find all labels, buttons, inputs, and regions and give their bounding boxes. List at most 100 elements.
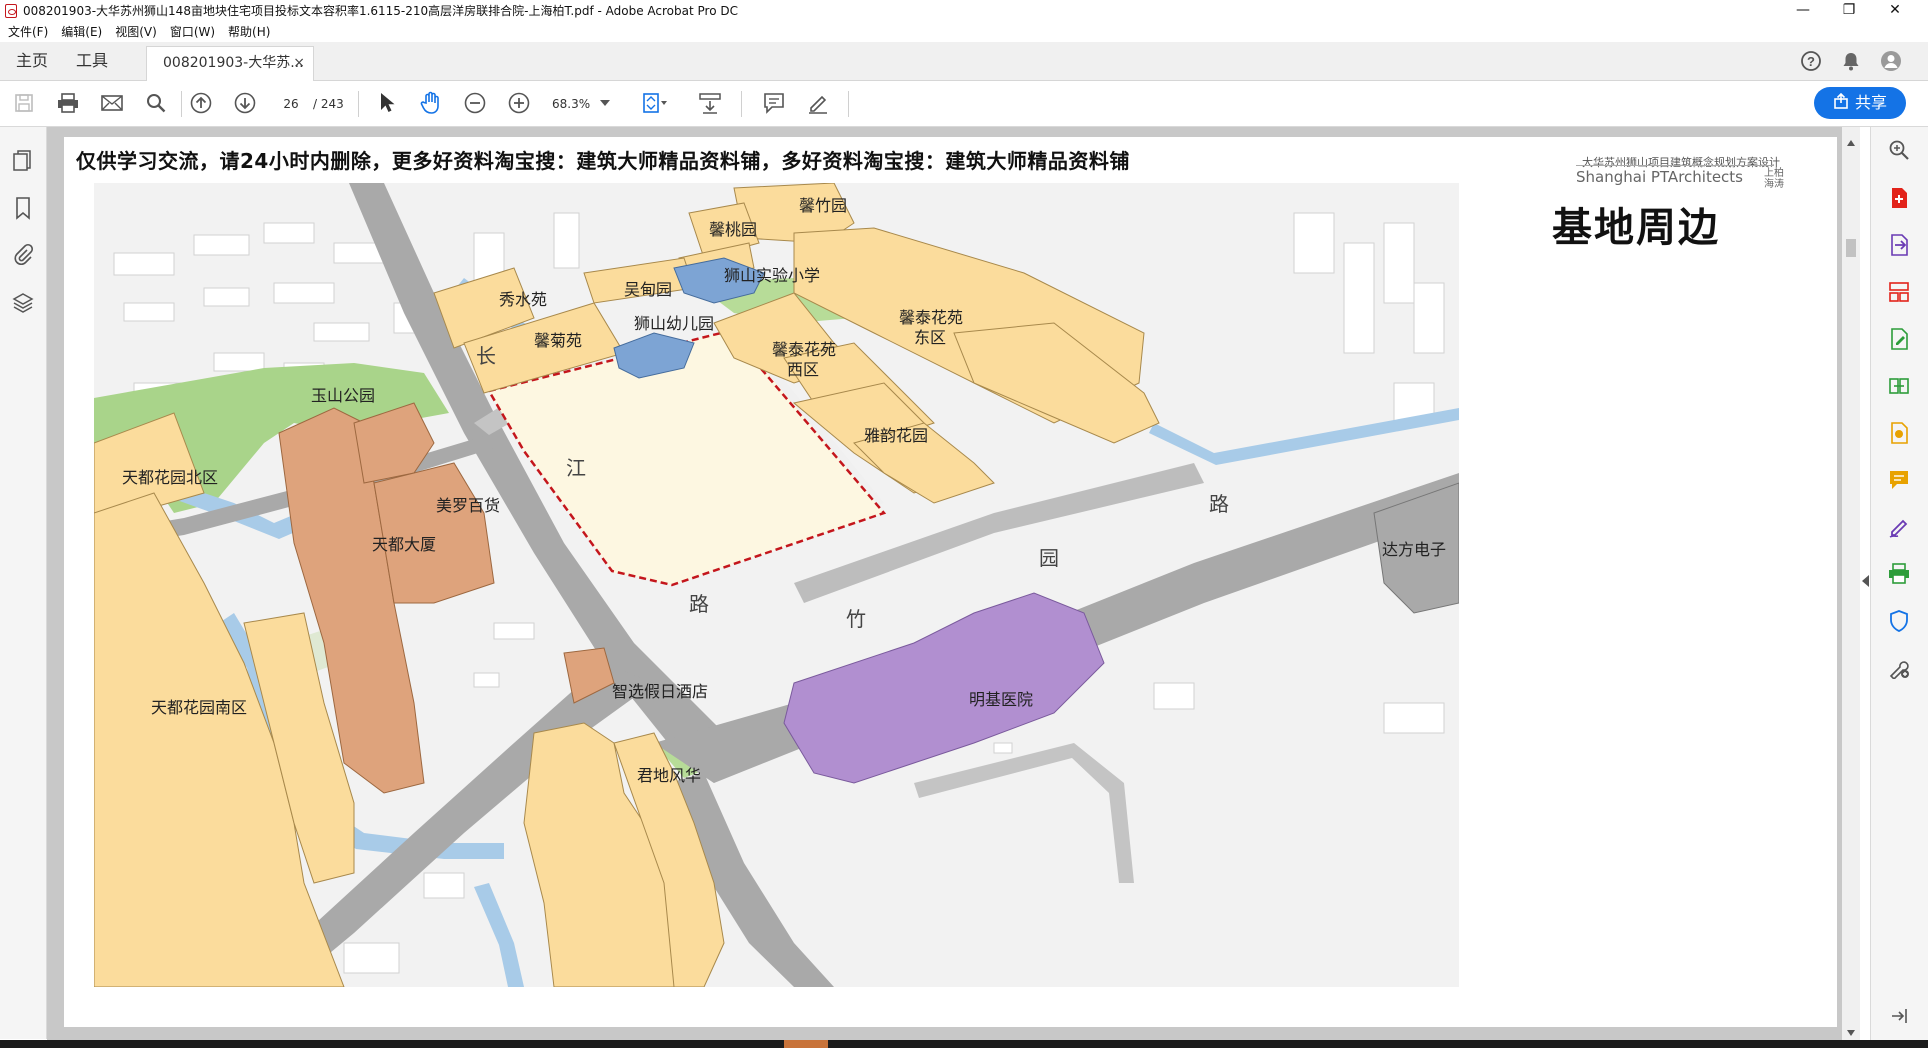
print-icon[interactable] bbox=[55, 90, 81, 116]
toolbar: 26 / 243 68.3% 共享 bbox=[0, 81, 1928, 127]
tab-bar: 主页 工具 008201903-大华苏... × ? bbox=[0, 42, 1928, 81]
page-title: 基地周边 bbox=[1552, 205, 1720, 251]
pen-sign-icon[interactable] bbox=[805, 90, 831, 116]
right-tools-panel bbox=[1870, 127, 1928, 1040]
share-icon bbox=[1833, 88, 1849, 120]
collapse-tools-icon[interactable] bbox=[1886, 1003, 1912, 1029]
save-icon[interactable] bbox=[11, 90, 37, 116]
create-pdf-icon[interactable] bbox=[1886, 185, 1912, 211]
menu-file[interactable]: 文件(F) bbox=[8, 23, 48, 40]
scroll-mode-icon[interactable] bbox=[697, 90, 723, 116]
bell-icon[interactable] bbox=[1840, 50, 1862, 76]
bookmark-icon[interactable] bbox=[11, 196, 35, 220]
scroll-up-icon[interactable] bbox=[1847, 135, 1855, 150]
taskbar-app-acrobat[interactable] bbox=[784, 1040, 828, 1048]
title-bar: 008201903-大华苏州狮山148亩地块住宅项目投标文本容积率1.6115-… bbox=[0, 0, 1928, 21]
road-label-lu: 路 bbox=[689, 592, 709, 616]
previous-page-icon[interactable] bbox=[188, 90, 214, 116]
firm-logo-line1: 上柏 bbox=[1764, 168, 1784, 179]
scroll-down-icon[interactable] bbox=[1847, 1025, 1855, 1040]
comment-icon[interactable] bbox=[761, 90, 787, 116]
organize-pages-icon[interactable] bbox=[1886, 279, 1912, 305]
label-shishan-kindergarten: 狮山幼儿园 bbox=[634, 314, 714, 333]
firm-english-name: Shanghai PTArchitects bbox=[1576, 168, 1743, 186]
page-thumbnails-icon[interactable] bbox=[11, 149, 35, 173]
page-total: / 243 bbox=[313, 97, 344, 111]
maximize-button[interactable]: ❐ bbox=[1826, 0, 1872, 21]
road-label-jiang: 江 bbox=[566, 456, 586, 480]
label-tiandu-north: 天都花园北区 bbox=[122, 468, 218, 487]
road-label-yuan: 园 bbox=[1039, 546, 1059, 570]
scroll-thumb[interactable] bbox=[1846, 239, 1856, 257]
tab-tools[interactable]: 工具 bbox=[76, 42, 108, 80]
more-tools-icon[interactable] bbox=[1886, 655, 1912, 681]
road-label-lu-east: 路 bbox=[1209, 492, 1229, 516]
label-xinjuyuan: 馨菊苑 bbox=[534, 331, 582, 350]
combine-files-icon[interactable] bbox=[1886, 373, 1912, 399]
firm-logo-mark: 上柏 海涛 bbox=[1764, 168, 1784, 190]
label-xiushuiyuan: 秀水苑 bbox=[499, 290, 547, 309]
label-mingji-hospital: 明基医院 bbox=[969, 690, 1033, 709]
tab-document[interactable]: 008201903-大华苏... × bbox=[146, 46, 314, 81]
label-tiandu-south: 天都花园南区 bbox=[151, 698, 247, 717]
share-button[interactable]: 共享 bbox=[1814, 87, 1906, 119]
firm-rule bbox=[1576, 165, 1774, 166]
firm-logo-line2: 海涛 bbox=[1764, 179, 1784, 190]
label-dafang: 达方电子 bbox=[1382, 540, 1446, 559]
fill-sign-icon[interactable] bbox=[1886, 514, 1912, 540]
label-xinzhuyuan: 馨竹园 bbox=[799, 196, 847, 215]
select-cursor-icon[interactable] bbox=[374, 90, 400, 116]
layers-icon[interactable] bbox=[11, 291, 35, 315]
menu-help[interactable]: 帮助(H) bbox=[228, 23, 270, 40]
tab-home[interactable]: 主页 bbox=[16, 42, 48, 80]
print-production-icon[interactable] bbox=[1886, 561, 1912, 587]
os-taskbar bbox=[0, 1040, 1928, 1048]
road-label-zhu: 竹 bbox=[846, 607, 866, 631]
export-pdf-icon[interactable] bbox=[1886, 232, 1912, 258]
label-xintai-east-district: 东区 bbox=[914, 328, 946, 347]
label-yayun-garden: 雅韵花园 bbox=[864, 426, 928, 445]
toolbar-divider bbox=[741, 91, 742, 117]
protect-shield-icon[interactable] bbox=[1886, 608, 1912, 634]
minimize-button[interactable]: — bbox=[1780, 0, 1826, 21]
tab-close-button[interactable]: × bbox=[293, 47, 305, 80]
page-banner-text: 仅供学习交流，请24小时内删除，更多好资料淘宝搜：建筑大师精品资料铺，多好资料淘… bbox=[76, 149, 1130, 173]
label-xintai-west: 馨泰花苑 bbox=[772, 340, 836, 359]
search-icon[interactable] bbox=[143, 90, 169, 116]
close-window-button[interactable]: ✕ bbox=[1872, 0, 1918, 21]
label-jundi: 君地风华 bbox=[637, 766, 701, 785]
menu-bar: 文件(F) 编辑(E) 视图(V) 窗口(W) 帮助(H) bbox=[0, 21, 1928, 42]
svg-text:?: ? bbox=[1807, 54, 1815, 69]
zoom-level-dropdown[interactable]: 68.3% bbox=[552, 93, 590, 115]
fit-page-icon[interactable] bbox=[642, 90, 668, 116]
zoom-in-icon[interactable] bbox=[506, 90, 532, 116]
help-icon[interactable]: ? bbox=[1800, 50, 1822, 76]
hand-tool-icon[interactable] bbox=[418, 90, 444, 116]
vertical-scrollbar[interactable] bbox=[1842, 127, 1860, 1040]
edit-pdf-icon[interactable] bbox=[1886, 326, 1912, 352]
label-wudianyuan: 吴甸园 bbox=[624, 280, 672, 299]
menu-view[interactable]: 视图(V) bbox=[115, 23, 157, 40]
page-number-input[interactable]: 26 bbox=[272, 93, 310, 115]
pdf-page: 仅供学习交流，请24小时内删除，更多好资料淘宝搜：建筑大师精品资料铺，多好资料淘… bbox=[64, 137, 1837, 1027]
menu-window[interactable]: 窗口(W) bbox=[170, 23, 215, 40]
send-for-review-icon[interactable] bbox=[1886, 420, 1912, 446]
label-meiluo: 美罗百货 bbox=[436, 496, 500, 515]
label-zhixuan-hotel: 智选假日酒店 bbox=[612, 682, 708, 701]
window-title: 008201903-大华苏州狮山148亩地块住宅项目投标文本容积率1.6115-… bbox=[23, 4, 738, 18]
collapse-right-panel-icon[interactable] bbox=[1862, 575, 1870, 591]
menu-edit[interactable]: 编辑(E) bbox=[61, 23, 102, 40]
toolbar-divider bbox=[181, 91, 182, 117]
next-page-icon[interactable] bbox=[232, 90, 258, 116]
document-viewport[interactable]: 仅供学习交流，请24小时内删除，更多好资料淘宝搜：建筑大师精品资料铺，多好资料淘… bbox=[47, 127, 1842, 1040]
tab-document-label: 008201903-大华苏... bbox=[163, 55, 304, 71]
comment-tool-icon[interactable] bbox=[1886, 467, 1912, 493]
account-avatar-icon[interactable] bbox=[1880, 50, 1902, 76]
email-icon[interactable] bbox=[99, 90, 125, 116]
toolbar-divider bbox=[358, 91, 359, 117]
toolbar-divider bbox=[848, 91, 849, 117]
chevron-down-icon[interactable] bbox=[598, 90, 612, 116]
search-tools-icon[interactable] bbox=[1886, 137, 1912, 163]
attachment-icon[interactable] bbox=[11, 243, 35, 267]
zoom-out-icon[interactable] bbox=[462, 90, 488, 116]
